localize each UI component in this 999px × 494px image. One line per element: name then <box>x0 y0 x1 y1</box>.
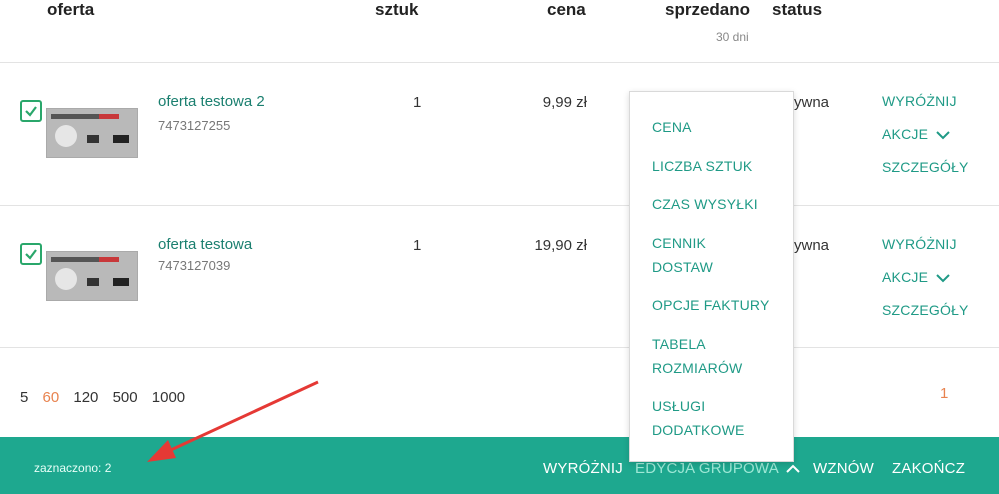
selected-count: zaznaczono: 2 <box>34 461 112 475</box>
bulk-highlight-button[interactable]: WYRÓŻNIJ <box>543 460 623 477</box>
dropdown-item-price[interactable]: CENA <box>652 115 692 139</box>
offer-sku: 7473127039 <box>158 258 231 273</box>
actions-label: AKCJE <box>882 269 929 285</box>
offer-quantity: 1 <box>413 237 422 254</box>
column-header-offer[interactable]: oferta <box>47 0 94 20</box>
group-edit-label: EDYCJA GRUPOWA <box>635 460 779 477</box>
details-link[interactable]: SZCZEGÓŁY <box>882 302 969 318</box>
table-row: oferta testowa 7473127039 1 19,90 zł ywn… <box>0 206 999 346</box>
group-edit-button[interactable]: EDYCJA GRUPOWA <box>635 460 801 477</box>
column-header-status[interactable]: status <box>772 0 822 20</box>
row-divider <box>0 347 999 348</box>
resume-button[interactable]: WZNÓW <box>813 460 874 477</box>
offer-thumbnail[interactable] <box>46 251 138 301</box>
current-page[interactable]: 1 <box>940 385 948 402</box>
page-size-option[interactable]: 1000 <box>152 389 185 406</box>
dropdown-item-invoice-options[interactable]: OPCJE FAKTURY <box>652 293 769 317</box>
chevron-up-icon <box>786 464 801 473</box>
actions-menu[interactable]: AKCJE <box>882 126 950 142</box>
column-header-sold-period: 30 dni <box>716 30 749 44</box>
dropdown-item-size-table[interactable]: TABELA ROZMIARÓW <box>652 332 742 380</box>
row-checkbox[interactable] <box>20 100 42 122</box>
dropdown-item-additional-services[interactable]: USŁUGI DODATKOWE <box>652 394 745 442</box>
highlight-link[interactable]: WYRÓŻNIJ <box>882 93 957 109</box>
finish-button[interactable]: ZAKOŃCZ <box>892 460 965 477</box>
row-checkbox[interactable] <box>20 243 42 265</box>
column-header-price[interactable]: cena <box>547 0 586 20</box>
checkmark-icon <box>25 249 37 260</box>
offer-quantity: 1 <box>413 94 422 111</box>
dropdown-item-shipping-price-list[interactable]: CENNIK DOSTAW <box>652 231 713 279</box>
dropdown-item-quantity[interactable]: LICZBA SZTUK <box>652 154 752 178</box>
page-size-option[interactable]: 120 <box>73 389 98 406</box>
offer-status: ywna <box>794 94 830 111</box>
actions-menu[interactable]: AKCJE <box>882 269 950 285</box>
dropdown-item-shipping-time[interactable]: CZAS WYSYŁKI <box>652 192 758 216</box>
actions-label: AKCJE <box>882 126 929 142</box>
highlight-link[interactable]: WYRÓŻNIJ <box>882 236 957 252</box>
group-edit-dropdown: CENA LICZBA SZTUK CZAS WYSYŁKI CENNIK DO… <box>629 91 794 462</box>
page-size-selector: 5 60 120 500 1000 <box>20 389 195 406</box>
table-row: oferta testowa 2 7473127255 1 9,99 zł yw… <box>0 63 999 203</box>
offer-sku: 7473127255 <box>158 118 231 133</box>
chevron-down-icon <box>936 274 950 283</box>
offer-title-link[interactable]: oferta testowa <box>158 236 252 253</box>
page-size-option[interactable]: 5 <box>20 389 28 406</box>
column-header-quantity[interactable]: sztuk <box>375 0 418 20</box>
page-size-option[interactable]: 500 <box>113 389 138 406</box>
bulk-action-bar: zaznaczono: 2 WYRÓŻNIJ EDYCJA GRUPOWA WZ… <box>0 437 999 494</box>
column-header-sold[interactable]: sprzedano <box>665 0 750 20</box>
page-size-option-active[interactable]: 60 <box>43 389 60 406</box>
checkmark-icon <box>25 106 37 117</box>
offer-price: 9,99 zł <box>542 94 587 111</box>
offer-price: 19,90 zł <box>534 237 587 254</box>
chevron-down-icon <box>936 131 950 140</box>
offer-title-link[interactable]: oferta testowa 2 <box>158 93 265 110</box>
offer-thumbnail[interactable] <box>46 108 138 158</box>
offer-status: ywna <box>794 237 830 254</box>
details-link[interactable]: SZCZEGÓŁY <box>882 159 969 175</box>
